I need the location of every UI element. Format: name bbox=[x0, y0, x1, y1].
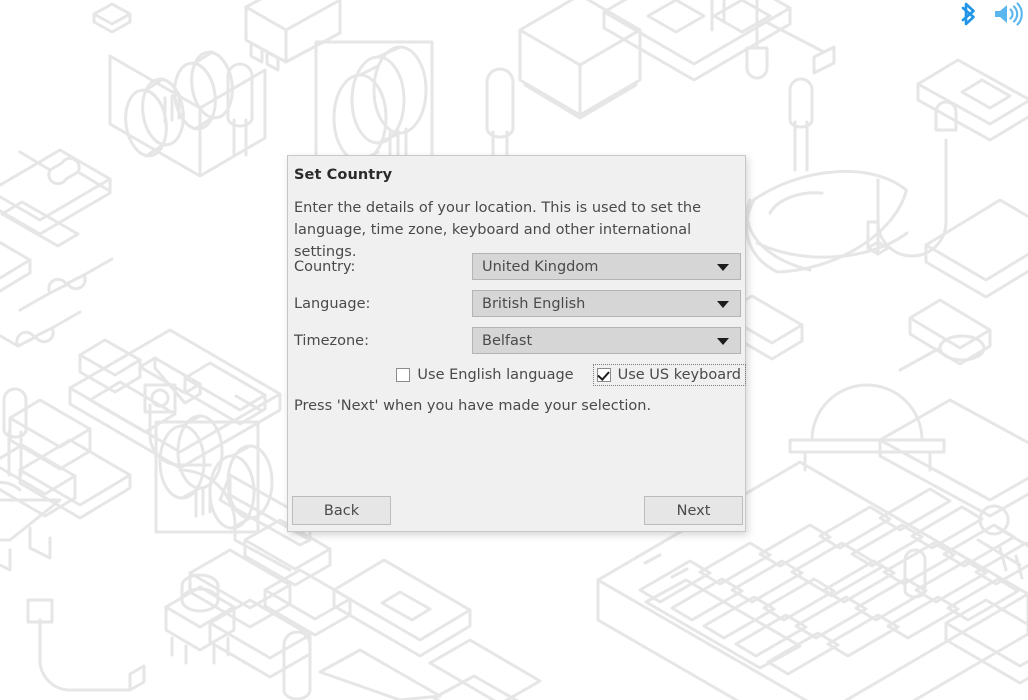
set-country-dialog: Set Country Enter the details of your lo… bbox=[287, 155, 747, 532]
use-english-language-checkbox[interactable]: Use English language bbox=[393, 365, 577, 385]
chevron-down-icon bbox=[717, 263, 729, 271]
field-row-language: Language: British English bbox=[294, 290, 741, 317]
checkbox-box bbox=[396, 368, 411, 382]
language-label: Language: bbox=[294, 295, 371, 312]
timezone-label: Timezone: bbox=[294, 332, 369, 349]
country-value: United Kingdom bbox=[482, 258, 599, 275]
field-row-country: Country: United Kingdom bbox=[294, 253, 741, 280]
use-us-keyboard-checkbox[interactable]: Use US keyboard bbox=[592, 364, 747, 386]
chevron-down-icon bbox=[717, 300, 729, 308]
volume-icon[interactable] bbox=[992, 0, 1024, 32]
desktop: Set Country Enter the details of your lo… bbox=[0, 0, 1028, 700]
checkbox-row: Use English language Use US keyboard bbox=[294, 363, 747, 387]
field-row-timezone: Timezone: Belfast bbox=[294, 327, 741, 354]
back-button[interactable]: Back bbox=[292, 496, 391, 525]
dialog-hint-text: Press 'Next' when you have made your sel… bbox=[294, 398, 652, 414]
language-value: British English bbox=[482, 295, 586, 312]
use-us-keyboard-label: Use US keyboard bbox=[617, 367, 741, 383]
use-english-language-label: Use English language bbox=[417, 367, 574, 383]
timezone-value: Belfast bbox=[482, 332, 533, 349]
bluetooth-icon[interactable] bbox=[956, 0, 982, 32]
system-tray bbox=[956, 0, 1024, 32]
timezone-dropdown[interactable]: Belfast bbox=[472, 327, 741, 354]
checkbox-box-checked bbox=[596, 368, 611, 382]
language-dropdown[interactable]: British English bbox=[472, 290, 741, 317]
country-label: Country: bbox=[294, 258, 356, 275]
country-dropdown[interactable]: United Kingdom bbox=[472, 253, 741, 280]
dialog-title: Set Country bbox=[294, 167, 393, 183]
next-button[interactable]: Next bbox=[644, 496, 743, 525]
chevron-down-icon bbox=[717, 337, 729, 345]
